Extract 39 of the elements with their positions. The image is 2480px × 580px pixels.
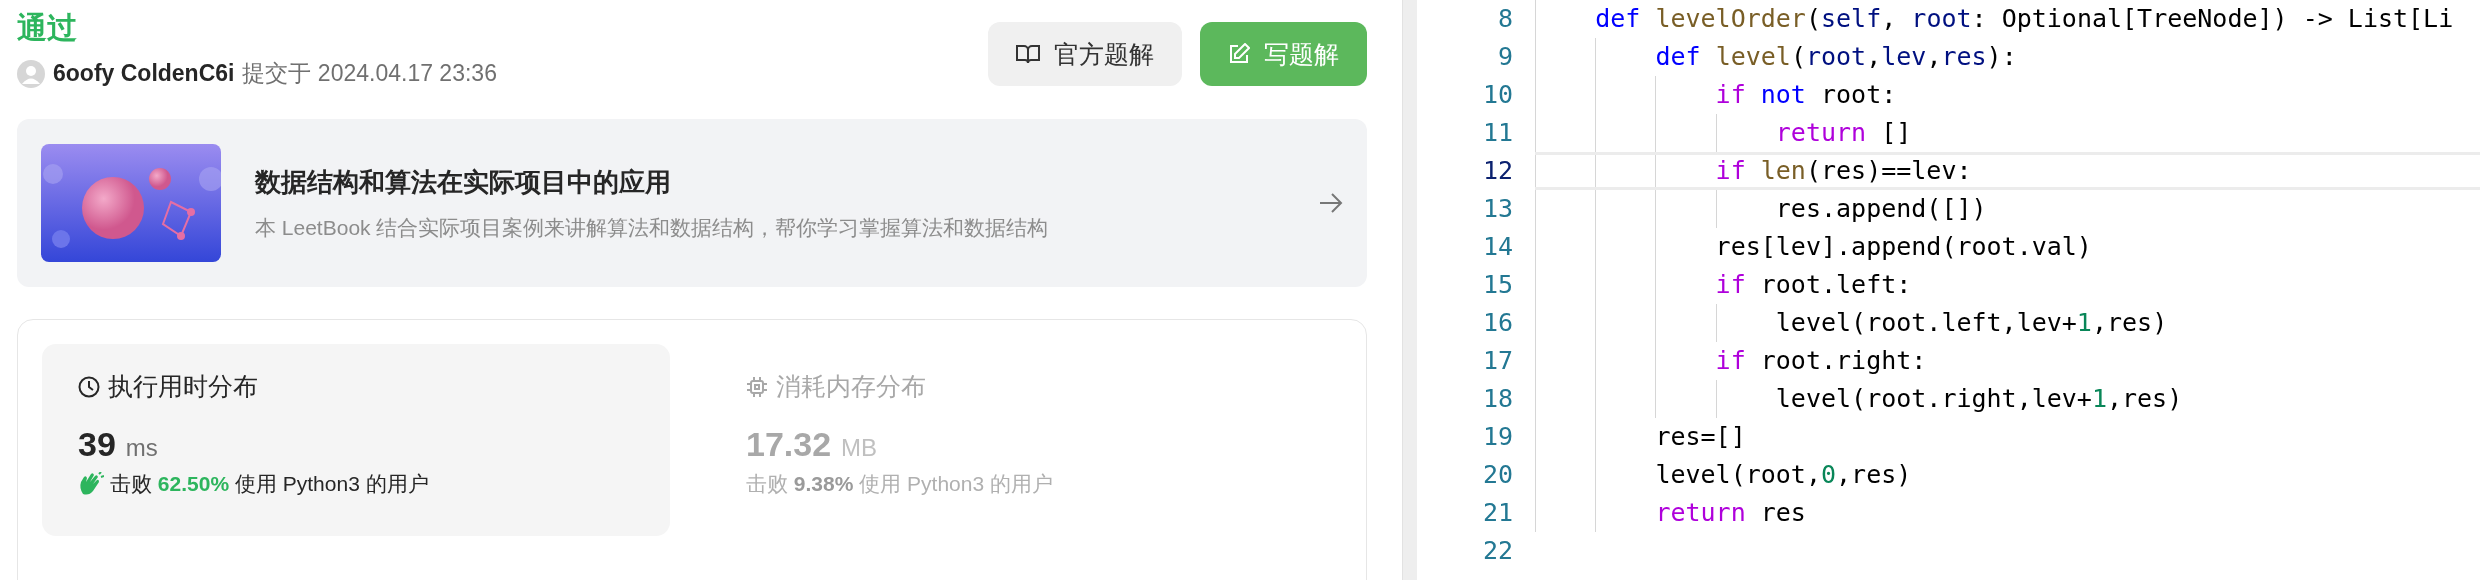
- official-solution-button[interactable]: 官方题解: [988, 22, 1182, 86]
- avatar-icon: [17, 59, 45, 88]
- line-number: 15: [1481, 269, 1513, 301]
- line-number: 8: [1496, 3, 1513, 35]
- line-number: 20: [1481, 459, 1513, 491]
- book-description: 本 LeetBook 结合实际项目案例来讲解算法和数据结构，帮你学习掌握算法和数据结构: [255, 214, 1050, 241]
- status-text: 通过: [17, 10, 78, 46]
- stat-tab[interactable]: 执行用时分布 39 ms 击败 62.50% 使用 Python3 的用户: [42, 344, 670, 536]
- user-name[interactable]: 6oofy ColdenC6i: [53, 60, 235, 87]
- stat-title: 执行用时分布: [108, 371, 258, 402]
- clap-icon: [78, 472, 104, 496]
- edit-icon: [1228, 43, 1250, 65]
- stat-value: 39: [78, 425, 116, 464]
- line-number: 10: [1481, 79, 1513, 111]
- line-number: 14: [1481, 231, 1513, 263]
- clock-icon: [78, 375, 100, 398]
- arrow-right-icon: [1319, 192, 1343, 214]
- line-number: 16: [1481, 307, 1513, 339]
- beats-text: 击败 62.50% 使用 Python3 的用户: [110, 471, 429, 497]
- beats-text: 击败 9.38% 使用 Python3 的用户: [746, 471, 1053, 497]
- stat-unit: ms: [125, 434, 158, 462]
- line-number: 18: [1481, 383, 1513, 415]
- line-number: 22: [1481, 535, 1513, 567]
- line-number: 11: [1481, 117, 1513, 149]
- line-number: 17: [1481, 345, 1513, 377]
- line-number: 12: [1481, 155, 1513, 187]
- line-number: 19: [1481, 421, 1513, 453]
- submitted-time: 提交于 2024.04.17 23:36: [242, 59, 497, 88]
- book-icon: [1016, 44, 1040, 64]
- stat-value: 17.32: [746, 425, 832, 464]
- book-title: 数据结构和算法在实际项目中的应用: [255, 165, 672, 199]
- line-number: 21: [1481, 497, 1513, 529]
- line-number: 13: [1481, 193, 1513, 225]
- splitter-bar[interactable]: [1402, 0, 1417, 580]
- stat-title: 消耗内存分布: [776, 371, 926, 402]
- chip-icon: [746, 375, 768, 398]
- leetbook-card[interactable]: 数据结构和算法在实际项目中的应用 本 LeetBook 结合实际项目案例来讲解算法和数据结构，帮你学习掌握算法和数据结构: [17, 119, 1367, 287]
- line-number: 9: [1496, 41, 1513, 73]
- stat-unit: MB: [841, 434, 878, 462]
